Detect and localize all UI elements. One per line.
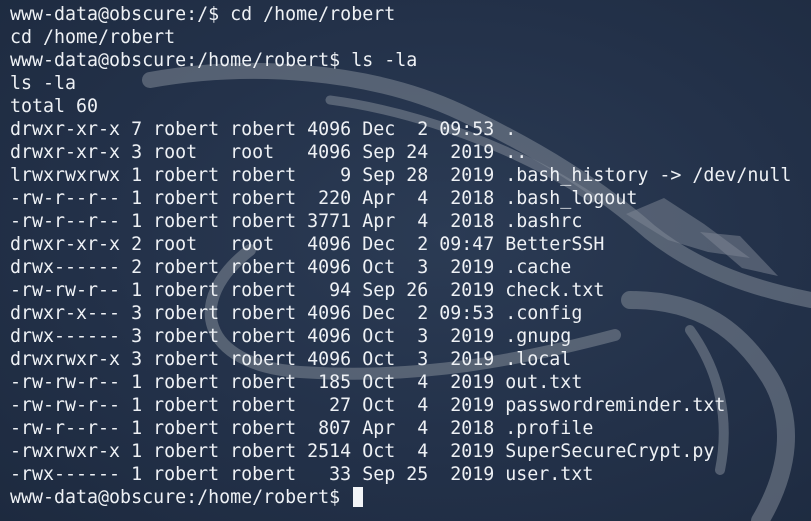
terminal-line: drwx------ 3 robert robert 4096 Oct 3 20…: [10, 326, 572, 347]
terminal-line: -rwx------ 1 robert robert 33 Sep 25 201…: [10, 464, 594, 485]
terminal-line: -rw-rw-r-- 1 robert robert 185 Oct 4 201…: [10, 372, 583, 393]
terminal-line: drwxrwxr-x 3 robert robert 4096 Oct 3 20…: [10, 349, 572, 370]
terminal-line: www-data@obscure:/home/robert$ ls -la: [10, 50, 418, 71]
terminal-line: drwxr-xr-x 2 root root 4096 Dec 2 09:47 …: [10, 234, 605, 255]
terminal-line: drwx------ 2 robert robert 4096 Oct 3 20…: [10, 257, 572, 278]
terminal-line: www-data@obscure:/$ cd /home/robert: [10, 4, 396, 25]
terminal-line: total 60: [10, 96, 99, 117]
terminal-line: -rw-rw-r-- 1 robert robert 27 Oct 4 2019…: [10, 395, 726, 416]
terminal-line: drwxr-x--- 3 robert robert 4096 Dec 2 09…: [10, 303, 583, 324]
terminal-line: -rw-rw-r-- 1 robert robert 94 Sep 26 201…: [10, 280, 605, 301]
terminal-line: -rw-r--r-- 1 robert robert 3771 Apr 4 20…: [10, 211, 583, 232]
terminal-window[interactable]: www-data@obscure:/$ cd /home/robert cd /h…: [0, 0, 811, 521]
terminal-output: www-data@obscure:/$ cd /home/robert cd /h…: [10, 3, 791, 509]
text-cursor: [353, 487, 364, 507]
terminal-line: cd /home/robert: [10, 27, 176, 48]
terminal-line: -rw-r--r-- 1 robert robert 220 Apr 4 201…: [10, 188, 638, 209]
terminal-line: drwxr-xr-x 7 robert robert 4096 Dec 2 09…: [10, 119, 517, 140]
terminal-line: -rw-r--r-- 1 robert robert 807 Apr 4 201…: [10, 418, 594, 439]
command-line[interactable]: www-data@obscure:/home/robert$: [10, 486, 791, 509]
terminal-line: -rwxrwxr-x 1 robert robert 2514 Oct 4 20…: [10, 441, 715, 462]
terminal-line: lrwxrwxrwx 1 robert robert 9 Sep 28 2019…: [10, 165, 792, 186]
terminal-line: drwxr-xr-x 3 root root 4096 Sep 24 2019 …: [10, 142, 528, 163]
terminal-line: ls -la: [10, 73, 77, 94]
shell-prompt: www-data@obscure:/home/robert$: [10, 487, 352, 508]
